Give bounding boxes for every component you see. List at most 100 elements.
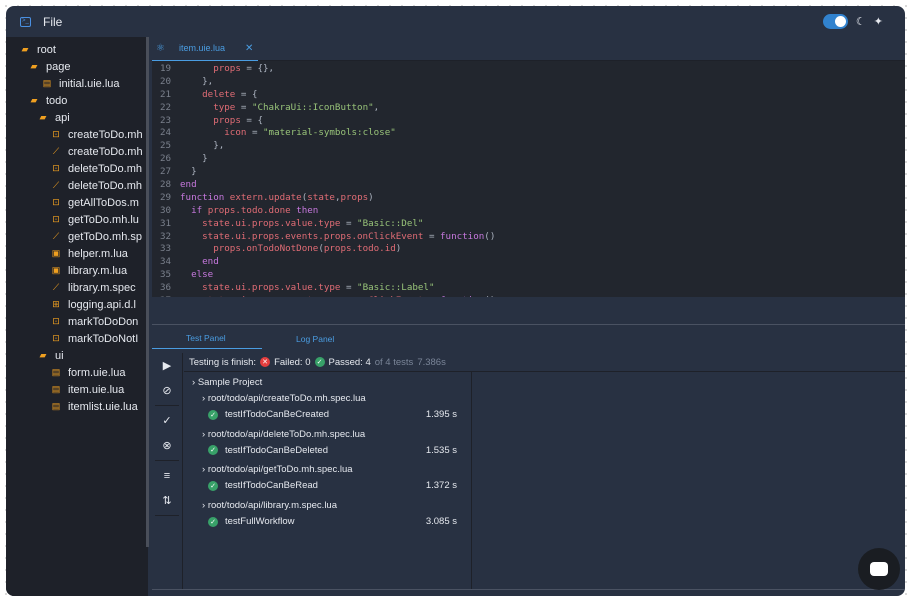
spec-file-icon: ⟋: [52, 282, 60, 292]
tree-item[interactable]: ▣ helper.m.lua: [6, 245, 148, 262]
tree-item[interactable]: ⊡ getToDo.mh.lu: [6, 211, 148, 228]
code-token: then: [296, 204, 319, 216]
tree-item[interactable]: ▰ root: [6, 41, 148, 58]
test-node[interactable]: ✓ testIfTodoCanBeCreated 1.395 s: [184, 407, 471, 423]
tab-test-panel[interactable]: Test Panel: [152, 333, 262, 349]
line-number: 37: [152, 295, 180, 297]
code-line: 23 props = {: [152, 115, 905, 128]
tree-item[interactable]: ▰ page: [6, 58, 148, 75]
tree-item[interactable]: ▤ initial.uie.lua: [6, 75, 148, 92]
tree-item[interactable]: ▰ todo: [6, 92, 148, 109]
test-time: 1.395 s: [425, 409, 457, 421]
passed-icon: ✓: [208, 409, 218, 420]
code-token: function: [180, 191, 230, 203]
test-node[interactable]: ✓ testIfTodoCanBeRead 1.372 s: [184, 478, 471, 494]
test-toolbar: ▶ ⊘ ✓ ⊗ ≡ ⇅: [152, 353, 183, 589]
tree-item[interactable]: ⟋ deleteToDo.mh: [6, 177, 148, 194]
app-window: >_ File ☾ ✦ ▰ root ▰ page ▤ initial.uie.lua ▰ t…: [6, 6, 905, 596]
code-token: }: [202, 153, 208, 165]
suite-node[interactable]: › root/todo/api/createToDo.mh.spec.lua: [184, 390, 471, 406]
sort-icon[interactable]: ⇅: [152, 488, 182, 513]
run-icon[interactable]: ▶: [152, 353, 182, 378]
line-number: 19: [160, 63, 172, 74]
tree-item[interactable]: ⊞ logging.api.d.l: [6, 296, 148, 313]
tree-item[interactable]: ▤ form.uie.lua: [6, 364, 148, 381]
failed-icon: ✕: [260, 357, 271, 367]
code-line: 22 type = "ChakraUi::IconButton",: [152, 102, 905, 115]
code-token: =: [235, 101, 252, 113]
suite-node[interactable]: › root/todo/api/deleteToDo.mh.spec.lua: [184, 426, 471, 442]
file-menu[interactable]: File: [43, 15, 62, 29]
sparkle-icon[interactable]: ✦: [874, 15, 883, 28]
line-text: else: [180, 269, 213, 282]
panel-tabs: Test Panel Log Panel: [152, 325, 905, 349]
code-line: 34 end: [152, 256, 905, 269]
line-text: state.ui.props.value.type = "Basic::Del": [180, 218, 423, 231]
code-line: 27 }: [152, 166, 905, 179]
tab-label: item.uie.lua: [178, 43, 225, 53]
code-token: = {},: [240, 63, 275, 74]
line-text: end: [180, 179, 197, 192]
moon-icon[interactable]: ☾: [856, 15, 866, 28]
test-time: 1.372 s: [425, 480, 457, 492]
close-tab-icon[interactable]: ✕: [245, 43, 253, 54]
tree-item-label: api: [55, 111, 70, 124]
code-editor[interactable]: 19 props = {}, 20 }, 21 delete = {22 type …: [152, 61, 905, 297]
editor-tab[interactable]: ⚛ item.uie.lua ✕: [152, 37, 258, 61]
failed-count: Failed: 0: [274, 356, 311, 368]
suite-path: root/todo/api/library.m.spec.lua: [207, 499, 338, 511]
line-number: 23: [160, 114, 172, 126]
tree-item[interactable]: ⟋ createToDo.mh: [6, 143, 148, 160]
line-number: 29: [160, 191, 172, 203]
suite-node[interactable]: › root/todo/api/library.m.spec.lua: [184, 497, 471, 513]
check-circle-icon[interactable]: ✓: [152, 408, 182, 433]
tree-item[interactable]: ⟋ getToDo.mh.sp: [6, 228, 148, 245]
tree-item[interactable]: ▣ library.m.lua: [6, 262, 148, 279]
tree-item[interactable]: ⊡ markToDoNotI: [6, 330, 148, 347]
tree-item-label: getToDo.mh.lu: [68, 213, 139, 226]
chat-button[interactable]: [858, 548, 900, 590]
tree-item[interactable]: ▰ api: [6, 109, 148, 126]
tree-item-label: library.m.spec: [68, 281, 136, 294]
project-node[interactable]: › Sample Project: [184, 374, 471, 390]
suite-node[interactable]: › root/todo/api/getToDo.mh.spec.lua: [184, 461, 471, 477]
code-line: 24 icon = "material-symbols:close": [152, 127, 905, 140]
tab-log-panel[interactable]: Log Panel: [262, 334, 372, 349]
lib-file-icon: ▣: [51, 265, 61, 275]
cancel-circle-icon[interactable]: ⊗: [152, 433, 182, 458]
ui-file-icon: ▤: [42, 78, 52, 88]
ui-file-icon: ▤: [51, 367, 61, 377]
sidebar-scrollbar[interactable]: [146, 37, 149, 547]
tree-item[interactable]: ▤ itemlist.uie.lua: [6, 398, 148, 415]
tree-item[interactable]: ⊡ createToDo.mh: [6, 126, 148, 143]
code-token: function: [440, 295, 484, 297]
tree-item[interactable]: ⟋ library.m.spec: [6, 279, 148, 296]
code-token: =: [246, 127, 264, 139]
tree-item-label: helper.m.lua: [68, 247, 128, 260]
test-name: testIfTodoCanBeCreated: [225, 409, 330, 421]
playlist-add-icon[interactable]: ≡: [152, 463, 182, 488]
theme-toggle[interactable]: [822, 14, 848, 29]
code-token: "ChakraUi::IconButton": [251, 101, 374, 113]
line-text: props.onTodoNotDone(props.todo.id): [180, 243, 401, 256]
tree-item[interactable]: ▰ ui: [6, 347, 148, 364]
tree-item[interactable]: ⊡ markToDoDon: [6, 313, 148, 330]
tree-item[interactable]: ⊡ getAllToDos.m: [6, 194, 148, 211]
code-line: 33 props.onTodoNotDone(props.todo.id): [152, 243, 905, 256]
code-token: =: [340, 282, 358, 294]
test-time: 3.085 s: [425, 516, 457, 528]
tree-item[interactable]: ⊡ deleteToDo.mh: [6, 160, 148, 177]
test-node[interactable]: ✓ testIfTodoCanBeDeleted 1.535 s: [184, 442, 471, 458]
test-node[interactable]: ✓ testFullWorkflow 3.085 s: [184, 513, 471, 529]
tree-item[interactable]: ▤ item.uie.lua: [6, 381, 148, 398]
folder-icon: ▰: [39, 112, 47, 122]
lib-file-icon: ▣: [51, 248, 61, 258]
line-text: if props.todo.done then: [180, 205, 318, 218]
line-number: 34: [160, 256, 172, 268]
code-line: 26 }: [152, 153, 905, 166]
terminal-icon[interactable]: >_: [20, 16, 31, 27]
code-token: state.ui.props.events.props.onClickEvent: [202, 230, 424, 242]
folder-icon: ▰: [21, 44, 29, 54]
code-token: icon: [224, 127, 247, 139]
stop-watch-icon[interactable]: ⊘: [152, 378, 182, 403]
